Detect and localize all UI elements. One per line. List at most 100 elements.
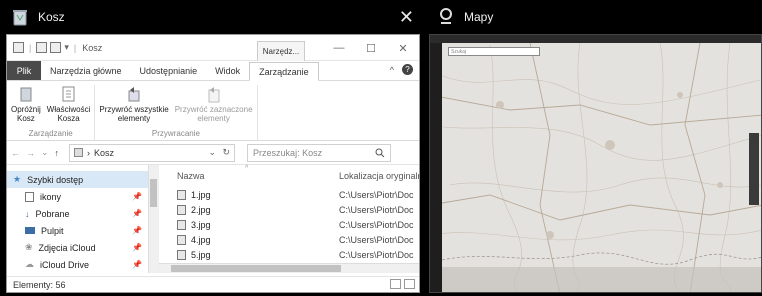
tab-manage[interactable]: Zarządzanie <box>249 62 319 81</box>
group-label-restore: Przywracanie <box>151 129 200 138</box>
up-icon[interactable]: ↑ <box>55 148 60 158</box>
recent-locations-icon[interactable]: ⌄ <box>41 147 49 158</box>
search-icon <box>375 148 385 157</box>
maps-zoom-controls[interactable] <box>749 133 759 205</box>
back-icon[interactable]: ← <box>11 148 20 158</box>
file-icon <box>25 191 34 202</box>
close-icon[interactable]: ✕ <box>399 8 414 26</box>
desktop-snap-view: Kosz ✕ Mapy | ▾ | Kosz Narzędz... — ☐ ✕ <box>0 0 762 296</box>
column-header-location[interactable]: Lokalizacja oryginalna <box>339 171 419 181</box>
nav-item-downloads[interactable]: ↓ Pobrane 📌 <box>7 205 158 222</box>
title-bar: | ▾ | Kosz Narzędz... — ☐ ✕ <box>7 35 419 61</box>
empty-recycle-bin-label: Opróżnij Kosz <box>11 105 41 123</box>
properties-icon <box>59 85 79 103</box>
restore-selected-label: Przywróć zaznaczone elementy <box>174 105 253 123</box>
group-label-manage: Zarządzanie <box>28 129 73 138</box>
breadcrumb-chevron-icon: › <box>87 147 91 158</box>
column-header-name[interactable]: Nazwa <box>177 171 205 181</box>
new-folder-icon[interactable] <box>50 42 62 53</box>
file-location: C:\Users\Piotr\Doc <box>339 234 414 245</box>
desktop-icon <box>25 227 35 234</box>
customize-qat-icon[interactable]: ▾ <box>64 42 69 53</box>
ribbon-group-manage: Opróżnij Kosz Właściwości Kosza Zarządza… <box>7 85 96 140</box>
cloud-icon: ☁ <box>25 259 34 269</box>
nav-label: Zdjęcia iCloud <box>38 242 96 253</box>
table-row[interactable]: 2.jpg C:\Users\Piotr\Doc <box>159 202 419 217</box>
empty-recycle-bin-button[interactable]: Opróżnij Kosz <box>11 85 41 125</box>
download-icon: ↓ <box>25 208 30 219</box>
search-input[interactable]: Przeszukaj: Kosz <box>247 143 392 162</box>
file-name: 5.jpg <box>191 249 211 260</box>
forward-icon[interactable]: → <box>26 148 35 158</box>
chevron-down-icon[interactable]: ⌄ <box>209 147 217 158</box>
search-placeholder: Przeszukaj: Kosz <box>253 147 323 158</box>
pin-icon: 📌 <box>132 192 142 201</box>
table-row[interactable]: 4.jpg C:\Users\Piotr\Doc <box>159 232 419 247</box>
pin-icon: 📌 <box>132 243 142 252</box>
nav-item-icons[interactable]: ikony 📌 <box>7 188 158 205</box>
nav-scrollbar[interactable] <box>148 165 158 273</box>
tab-file[interactable]: Plik <box>7 61 41 80</box>
image-file-icon <box>177 249 186 260</box>
restore-all-button[interactable]: Przywróć wszystkie elementy <box>99 85 169 125</box>
recycle-bin-icon <box>16 85 36 103</box>
scrollbar-thumb[interactable] <box>171 265 341 272</box>
collapse-ribbon-icon[interactable]: ^ <box>390 65 394 75</box>
snap-divider[interactable] <box>421 34 426 296</box>
tab-share[interactable]: Udostępnianie <box>131 61 207 80</box>
nav-item-icloud-drive[interactable]: ☁ iCloud Drive 📌 <box>7 256 158 273</box>
image-file-icon <box>177 234 186 245</box>
maximize-icon[interactable]: ☐ <box>355 35 387 61</box>
nav-label: Szybki dostęp <box>27 174 84 185</box>
recycle-bin-small-icon <box>74 148 84 157</box>
separator: | <box>29 42 32 53</box>
photos-icon: ❀ <box>25 242 33 252</box>
file-location: C:\Users\Piotr\Doc <box>339 189 414 200</box>
maps-title-bar <box>430 35 761 43</box>
tab-view[interactable]: Widok <box>206 61 249 80</box>
column-headers: ^ Nazwa Lokalizacja oryginalna <box>159 165 419 187</box>
context-tab-tools[interactable]: Narzędz... <box>257 41 305 61</box>
image-file-icon <box>177 189 186 200</box>
horizontal-scrollbar[interactable] <box>159 263 419 273</box>
table-row[interactable]: 3.jpg C:\Users\Piotr\Doc <box>159 217 419 232</box>
address-row: ← → ⌄ ↑ › Kosz ⌄ ↻ Przeszukaj: Kosz <box>7 141 419 165</box>
scrollbar-thumb[interactable] <box>150 179 157 207</box>
ribbon-right-controls: ^ ? <box>390 64 413 75</box>
restore-all-label: Przywróć wszystkie elementy <box>99 105 169 123</box>
snap-caption-title: Mapy <box>464 10 494 24</box>
help-icon[interactable]: ? <box>402 64 413 75</box>
table-row[interactable]: 5.jpg C:\Users\Piotr\Doc <box>159 247 419 262</box>
maps-window-preview[interactable]: Szukaj <box>429 34 762 293</box>
tab-home[interactable]: Narzędzia główne <box>41 61 131 80</box>
ribbon-group-restore: Przywróć wszystkie elementy Przywróć zaz… <box>95 85 258 140</box>
recycle-bin-properties-button[interactable]: Właściwości Kosza <box>47 85 90 125</box>
snap-caption-maps: Mapy <box>426 0 762 34</box>
table-row[interactable]: 1.jpg C:\Users\Piotr\Doc <box>159 187 419 202</box>
breadcrumb[interactable]: Kosz <box>94 148 114 158</box>
nav-item-icloud-photos[interactable]: ❀ Zdjęcia iCloud 📌 <box>7 239 158 256</box>
maps-search-input[interactable]: Szukaj <box>448 47 540 56</box>
status-bar: Elementy: 56 <box>7 276 419 292</box>
file-location: C:\Users\Piotr\Doc <box>339 204 414 215</box>
restore-selected-button[interactable]: Przywróć zaznaczone elementy <box>175 85 253 125</box>
recycle-bin-small-icon <box>13 42 24 53</box>
window-title: Kosz <box>82 42 103 53</box>
nav-item-quick-access[interactable]: ★ Szybki dostęp <box>7 171 158 188</box>
file-list: ^ Nazwa Lokalizacja oryginalna 1.jpg C:\… <box>159 165 419 273</box>
address-bar[interactable]: › Kosz ⌄ ↻ <box>69 143 236 162</box>
properties-icon[interactable] <box>36 42 48 53</box>
nav-item-desktop[interactable]: Pulpit 📌 <box>7 222 158 239</box>
refresh-icon[interactable]: ↻ <box>223 147 231 158</box>
pin-icon: 📌 <box>132 226 142 235</box>
file-location: C:\Users\Piotr\Doc <box>339 219 414 230</box>
view-toggle <box>390 279 415 289</box>
map-canvas[interactable] <box>430 35 762 293</box>
minimize-icon[interactable]: — <box>323 35 355 61</box>
close-icon[interactable]: ✕ <box>387 35 419 61</box>
navigation-pane: ★ Szybki dostęp ikony 📌 ↓ Pobrane 📌 Pulp… <box>7 165 159 273</box>
window-controls: — ☐ ✕ <box>323 35 419 61</box>
snap-caption-recycle-bin: Kosz ✕ <box>0 0 426 34</box>
details-view-icon[interactable] <box>390 279 401 289</box>
large-icons-view-icon[interactable] <box>404 279 415 289</box>
